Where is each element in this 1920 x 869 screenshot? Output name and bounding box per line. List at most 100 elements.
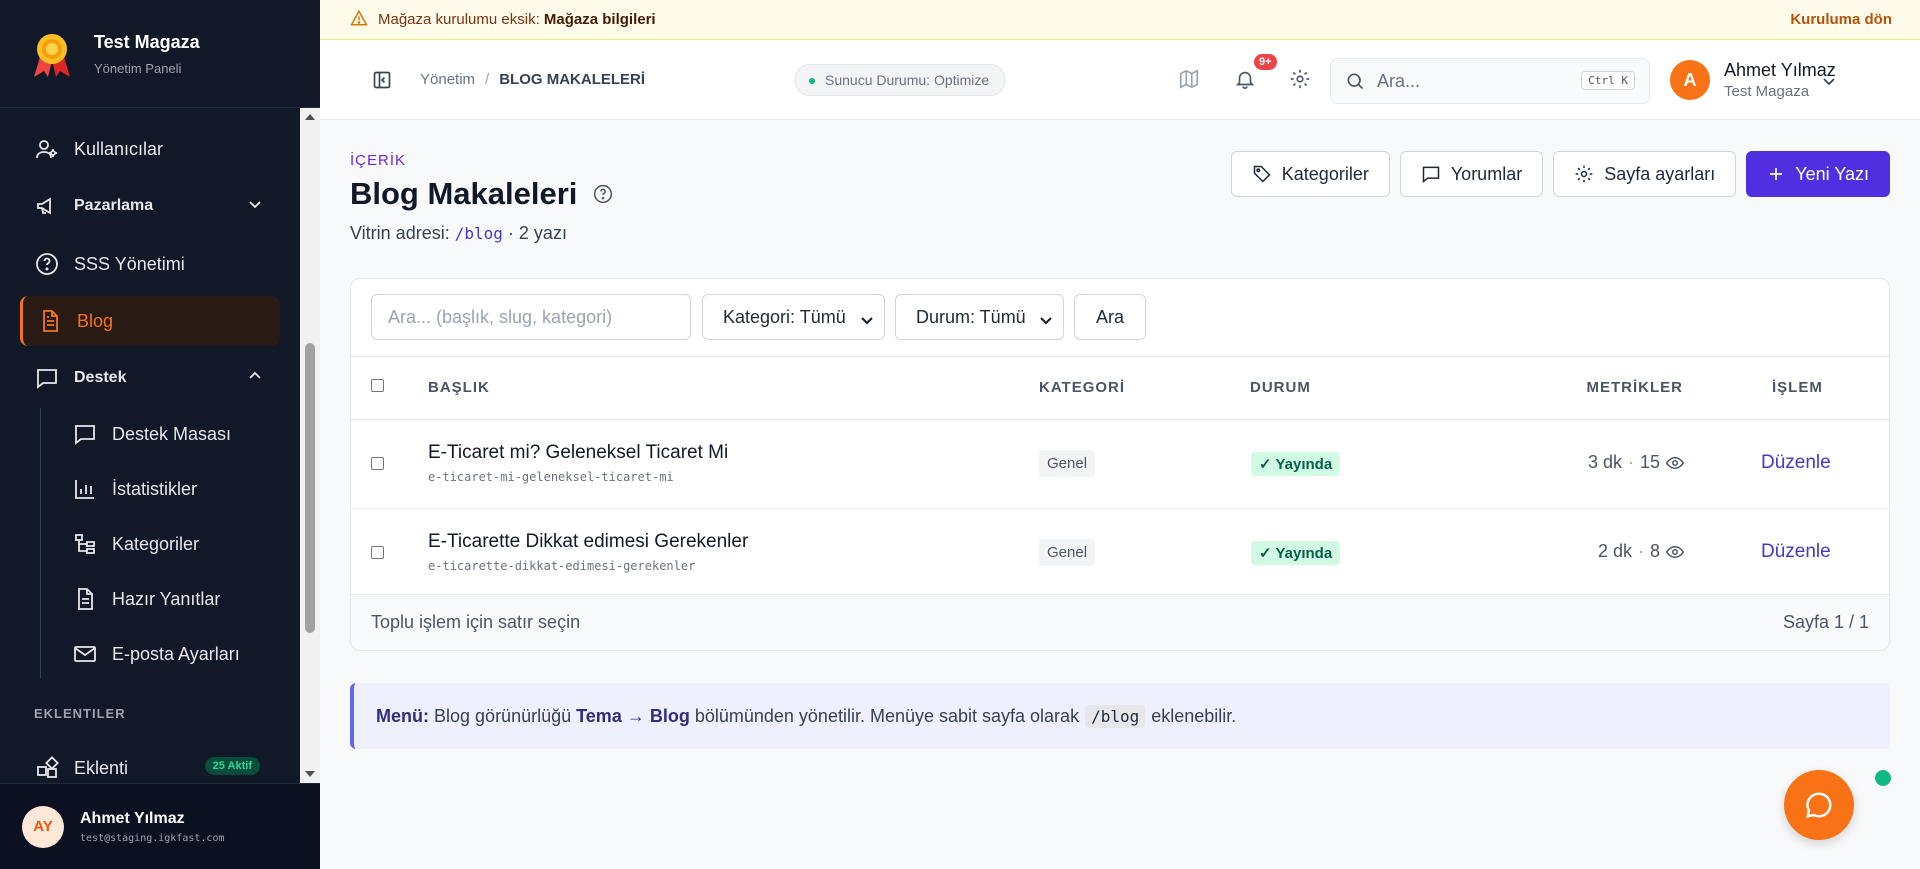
eye-icon <box>1666 543 1684 561</box>
comments-button[interactable]: Yorumlar <box>1399 151 1544 197</box>
info-code: /blog <box>1085 704 1146 728</box>
sidebar-item-label: Blog <box>77 310 114 331</box>
table-row[interactable]: E-Ticaret mi? Geleneksel Ticaret Mi e-ti… <box>351 420 1889 509</box>
scroll-up-arrow-icon[interactable] <box>304 112 316 122</box>
info-label: Menü: <box>376 705 429 726</box>
view-count: 15 <box>1639 452 1660 472</box>
sidebar-subitem-label: Destek Masası <box>112 423 232 444</box>
filter-bar: Ara... (başlık, slug, kategori) Kategori… <box>351 279 1889 357</box>
avatar: A <box>1670 60 1710 100</box>
sidebar-item-blog[interactable]: Blog <box>20 296 280 346</box>
post-title[interactable]: E-Ticaret mi? Geleneksel Ticaret Mi <box>428 442 728 464</box>
sidebar-subitem-stats[interactable]: İstatistikler <box>58 467 278 511</box>
sidebar-user-card[interactable]: AY Ahmet Yılmaz test@staging.igkfast.com <box>0 783 320 869</box>
sidebar-subitem-email-settings[interactable]: E-posta Ayarları <box>58 632 278 676</box>
read-time: 3 dk <box>1587 452 1622 472</box>
page-actions: Kategoriler Yorumlar Sayfa ayarları Yeni… <box>1230 151 1890 197</box>
chevron-down-icon[interactable] <box>1822 74 1836 93</box>
post-title[interactable]: E-Ticarette Dikkat edimesi Gerekenler <box>428 531 748 553</box>
category-filter-select[interactable]: Kategori: Tümü <box>702 294 885 340</box>
medal-logo-icon <box>30 31 74 77</box>
sidebar-item-label: SSS Yönetimi <box>74 253 185 274</box>
edit-link[interactable]: Düzenle <box>1761 541 1831 563</box>
sidebar-subitem-categories[interactable]: Kategoriler <box>58 522 278 566</box>
help-circle-icon <box>34 251 60 277</box>
global-search-input[interactable]: Ara... Ctrl K <box>1330 58 1650 104</box>
new-post-button[interactable]: Yeni Yazı <box>1746 151 1890 197</box>
sidebar-subitem-canned-replies[interactable]: Hazır Yanıtlar <box>58 577 278 621</box>
sidebar: Test Magaza Yönetim Paneli Kullanıcılar … <box>0 0 320 869</box>
scroll-down-arrow-icon[interactable] <box>304 769 316 779</box>
brand-title: Test Magaza <box>94 31 200 52</box>
banner-text: Mağaza kurulumu eksik: <box>378 11 540 28</box>
document-icon <box>72 586 98 612</box>
status-badge: ✓ Yayında <box>1251 452 1341 476</box>
help-icon[interactable] <box>593 176 613 212</box>
info-strong: Tema → Blog <box>576 705 690 726</box>
button-label: Sayfa ayarları <box>1604 163 1716 184</box>
sidebar-subitem-label: İstatistikler <box>112 478 198 499</box>
megaphone-icon <box>34 193 60 219</box>
chat-icon <box>1421 164 1441 184</box>
plugins-count-badge: 25 Aktif <box>204 757 260 775</box>
gear-icon[interactable] <box>1289 68 1311 95</box>
post-metrics: 2 dk · 8 <box>1598 541 1684 562</box>
categories-button[interactable]: Kategoriler <box>1230 151 1390 197</box>
status-filter-select[interactable]: Durum: Tümü <box>895 294 1064 340</box>
sidebar-toggle-icon[interactable] <box>372 70 392 95</box>
notification-count-badge: 9+ <box>1252 52 1279 72</box>
sidebar-item-faq[interactable]: SSS Yönetimi <box>20 239 280 289</box>
sidebar-subitem-label: E-posta Ayarları <box>112 643 240 664</box>
button-label: Yeni Yazı <box>1795 163 1869 184</box>
column-header-metrics[interactable]: METRİKLER <box>1587 379 1684 396</box>
bell-icon[interactable] <box>1234 68 1256 95</box>
server-status-text: Sunucu Durumu: Optimize <box>825 72 990 88</box>
sidebar-item-plugins[interactable]: Eklenti 25 Aktif <box>20 743 280 783</box>
column-header-title[interactable]: BAŞLIK <box>428 379 490 396</box>
sidebar-scrollbar[interactable] <box>300 108 320 783</box>
sidebar-item-support[interactable]: Destek <box>20 353 280 403</box>
column-header-action: İŞLEM <box>1772 379 1823 396</box>
sidebar-item-marketing[interactable]: Pazarlama <box>20 181 280 231</box>
gear-icon <box>1574 164 1594 184</box>
storefront-path: /blog <box>454 224 503 243</box>
page-settings-button[interactable]: Sayfa ayarları <box>1553 151 1737 197</box>
return-to-setup-link[interactable]: Kuruluma dön <box>1790 11 1892 28</box>
support-chat-button[interactable] <box>1784 770 1854 840</box>
info-text: bölümünden yönetilir. Menüye sabit sayfa… <box>694 705 1080 726</box>
post-metrics: 3 dk · 15 <box>1588 452 1684 473</box>
warning-icon <box>350 9 368 31</box>
search-icon <box>1345 71 1365 91</box>
row-checkbox[interactable] <box>371 546 384 559</box>
topbar: Yönetim / BLOG MAKALELERİ Sunucu Durumu: O… <box>320 40 1920 120</box>
column-header-category[interactable]: KATEGORİ <box>1039 379 1125 396</box>
column-header-status[interactable]: DURUM <box>1250 379 1311 396</box>
bar-chart-icon <box>72 476 98 502</box>
select-all-checkbox[interactable] <box>371 379 384 392</box>
button-label: Kategoriler <box>1281 163 1369 184</box>
edit-link[interactable]: Düzenle <box>1761 452 1831 474</box>
select-value: Durum: Tümü <box>916 306 1026 327</box>
chat-icon <box>72 421 98 447</box>
table-row[interactable]: E-Ticarette Dikkat edimesi Gerekenler e-… <box>351 509 1889 598</box>
sidebar-subitem-helpdesk[interactable]: Destek Masası <box>58 412 278 456</box>
map-icon[interactable] <box>1178 68 1200 95</box>
search-button[interactable]: Ara <box>1074 294 1146 340</box>
blog-posts-card: Ara... (başlık, slug, kategori) Kategori… <box>350 278 1890 651</box>
user-profile-menu[interactable]: A Ahmet Yılmaz Test Magaza <box>1670 60 1836 100</box>
post-search-input[interactable]: Ara... (başlık, slug, kategori) <box>371 294 691 340</box>
table-footer: Toplu işlem için satır seçin Sayfa 1 / 1 <box>351 594 1889 650</box>
user-name: Ahmet Yılmaz <box>80 809 185 827</box>
brand[interactable]: Test Magaza Yönetim Paneli <box>0 0 320 108</box>
info-text: eklenebilir. <box>1151 705 1237 726</box>
menu-info-note: Menü: Blog görünürlüğü Tema → Blog bölüm… <box>350 683 1890 749</box>
sidebar-item-label: Destek <box>74 369 127 386</box>
scrollbar-thumb[interactable] <box>305 343 315 633</box>
row-checkbox[interactable] <box>371 457 384 470</box>
sidebar-item-users[interactable]: Kullanıcılar <box>20 124 280 174</box>
subtitle-prefix: Vitrin adresi: <box>350 223 450 243</box>
chevron-down-icon <box>248 197 262 216</box>
breadcrumb-root[interactable]: Yönetim <box>420 71 475 88</box>
table-header: BAŞLIK KATEGORİ DURUM METRİKLER İŞLEM <box>351 357 1889 420</box>
view-count: 8 <box>1649 541 1660 561</box>
